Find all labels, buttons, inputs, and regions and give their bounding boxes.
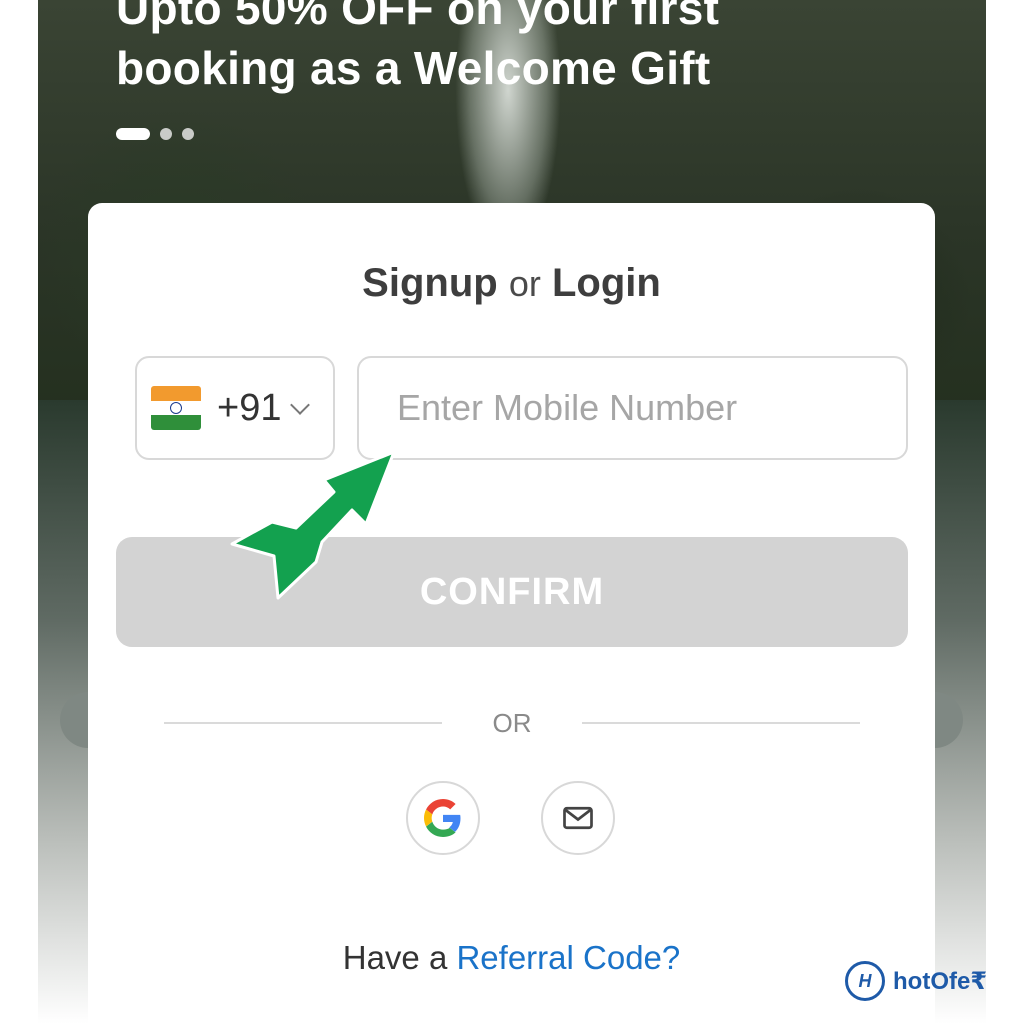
india-flag-icon [151, 386, 201, 430]
watermark-text: hotOfe₹ [893, 967, 988, 995]
promo-banner-text: Upto 50% OFF on your first booking as a … [116, 0, 876, 98]
hotofer-logo-icon: H [845, 961, 885, 1001]
chevron-down-icon [290, 395, 311, 415]
country-code: +91 [217, 386, 282, 429]
email-icon [563, 806, 593, 830]
title-login: Login [551, 261, 661, 305]
carousel-dot-active[interactable] [116, 128, 150, 140]
mobile-number-input[interactable] [357, 356, 908, 460]
country-code-selector[interactable]: +91 [135, 356, 335, 460]
promo-line-1: Upto 50% OFF on your first [116, 0, 720, 34]
referral-prefix: Have a [342, 939, 448, 976]
or-divider: OR [164, 708, 860, 738]
watermark: H hotOfe₹ [845, 961, 987, 1001]
divider-line-right [582, 722, 860, 724]
google-icon [424, 799, 461, 837]
carousel-dot[interactable] [160, 128, 172, 140]
referral-code-link[interactable]: Referral Code? [456, 939, 680, 976]
promo-line-2: booking as a Welcome Gift [116, 42, 711, 94]
email-login-button[interactable] [541, 781, 615, 855]
google-login-button[interactable] [406, 781, 480, 855]
card-title: Signup or Login [88, 261, 935, 306]
login-card: Signup or Login +91 CONFIRM OR Have a [88, 203, 935, 1033]
carousel-dot[interactable] [182, 128, 194, 140]
annotation-arrow-icon [230, 452, 396, 600]
carousel-indicator [116, 128, 194, 140]
title-or: or [508, 263, 541, 304]
referral-prompt: Have a Referral Code? [88, 939, 935, 977]
title-signup: Signup [362, 261, 498, 305]
